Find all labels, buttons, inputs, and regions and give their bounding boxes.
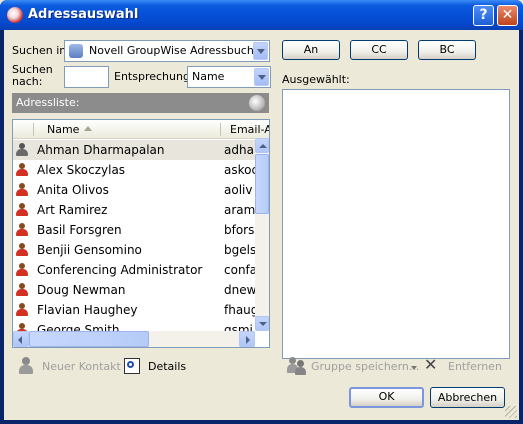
contact-email: bgels [224, 243, 255, 257]
ok-button[interactable]: OK [349, 387, 424, 408]
address-list-title: Adressliste: [16, 96, 80, 109]
chevron-down-icon[interactable] [253, 42, 268, 60]
list-item[interactable]: Benjii Gensomino bgels [13, 240, 255, 260]
address-list-header: Adressliste: [12, 93, 269, 113]
addressbook-select[interactable]: Novell GroupWise Adressbuch [64, 40, 270, 62]
save-group-button[interactable]: Gruppe speichern... [311, 360, 419, 373]
contact-email: gsmi [224, 323, 253, 331]
contact-name: Flavian Haughey [37, 303, 138, 317]
scroll-thumb[interactable] [255, 154, 269, 214]
new-contact-button[interactable]: Neuer Kontakt [42, 360, 121, 373]
scroll-down-button[interactable] [255, 316, 269, 331]
scroll-thumb[interactable] [29, 331, 149, 347]
address-list[interactable]: Name Email-Ad Ahman Dharmapalan adha Ale… [12, 119, 270, 348]
contact-email: fhaug [224, 303, 255, 317]
column-email[interactable]: Email-Ad [230, 123, 269, 136]
contact-email: bfors [224, 223, 255, 237]
sort-ascending-icon [84, 126, 92, 131]
contact-name: Anita Olivos [37, 183, 109, 197]
chevron-down-icon [259, 322, 267, 326]
list-item[interactable]: George Smith gsmi [13, 320, 255, 331]
contact-email: aoliv [224, 183, 253, 197]
contact-name: Benjii Gensomino [37, 243, 142, 257]
user-icon [16, 163, 28, 177]
column-separator [220, 123, 221, 136]
user-icon [16, 223, 28, 237]
list-item[interactable]: Anita Olivos aoliv [13, 180, 255, 200]
details-icon [124, 358, 140, 374]
contact-email: aram [224, 203, 255, 217]
contact-email: askoc [224, 163, 255, 177]
user-icon [16, 283, 28, 297]
chevron-right-icon [246, 336, 250, 344]
match-value: Name [192, 70, 225, 83]
list-item[interactable]: Doug Newman dnew [13, 280, 255, 300]
user-icon [16, 183, 28, 197]
column-name[interactable]: Name [47, 123, 79, 136]
scroll-right-button[interactable] [239, 331, 255, 347]
title-bar[interactable]: Adressauswahl ? ✕ [0, 0, 523, 30]
bc-button[interactable]: BC [418, 40, 476, 60]
dropdown-arrow-icon[interactable] [411, 366, 417, 370]
remove-button[interactable]: Entfernen [448, 360, 502, 373]
contact-email: dnew [224, 283, 255, 297]
scroll-up-button[interactable] [255, 138, 269, 153]
cc-button[interactable]: CC [350, 40, 408, 60]
search-in-label: Suchen in: [12, 44, 70, 57]
groupwise-app-icon [7, 7, 23, 23]
search-for-input[interactable] [64, 66, 109, 88]
user-icon [16, 263, 28, 277]
scroll-left-button[interactable] [13, 331, 29, 347]
contact-name: Art Ramirez [37, 203, 108, 217]
dialog-window: Adressauswahl ? ✕ Suchen in: Novell Grou… [0, 0, 523, 424]
cancel-button[interactable]: Abbrechen [430, 387, 505, 408]
chevron-up-icon [259, 144, 267, 148]
list-item[interactable]: Ahman Dharmapalan adha [13, 140, 255, 160]
selected-recipients-list[interactable] [282, 89, 510, 359]
contact-name: Alex Skoczylas [37, 163, 126, 177]
group-save-icon [287, 357, 307, 375]
new-contact-icon [18, 357, 34, 375]
contact-email: confa [224, 263, 255, 277]
user-icon [16, 323, 28, 331]
contact-name: Conferencing Administrator [37, 263, 203, 277]
close-button[interactable]: ✕ [497, 5, 518, 26]
user-gray-icon [16, 143, 28, 157]
column-header: Name Email-Ad [13, 120, 269, 139]
contact-name: Basil Forsgren [37, 223, 122, 237]
to-button[interactable]: An [282, 40, 340, 60]
dialog-body: Suchen in: Novell GroupWise Adressbuch S… [4, 30, 519, 420]
contact-name: George Smith [37, 323, 120, 331]
selected-label: Ausgewählt: [282, 73, 350, 86]
list-item[interactable]: Alex Skoczylas askoc [13, 160, 255, 180]
addressbook-icon [69, 44, 83, 58]
match-label: Entsprechung: [114, 70, 194, 83]
vertical-scrollbar[interactable] [255, 138, 269, 331]
chevron-down-icon[interactable] [254, 68, 269, 86]
address-book-icon[interactable] [249, 95, 265, 111]
help-button[interactable]: ? [473, 5, 494, 26]
search-for-label: Suchen nach: [12, 63, 53, 88]
user-icon [16, 243, 28, 257]
user-icon [16, 203, 28, 217]
resize-grip-icon[interactable] [505, 406, 517, 418]
match-select[interactable]: Name [187, 66, 271, 88]
remove-icon: ✕ [424, 355, 438, 374]
addressbook-value: Novell GroupWise Adressbuch [89, 44, 254, 57]
contact-name: Ahman Dharmapalan [37, 143, 165, 157]
column-separator [33, 123, 34, 136]
chevron-left-icon [18, 336, 22, 344]
details-button[interactable]: Details [148, 360, 186, 373]
list-item[interactable]: Basil Forsgren bfors [13, 220, 255, 240]
user-icon [16, 303, 28, 317]
contact-name: Doug Newman [37, 283, 126, 297]
list-item[interactable]: Art Ramirez aram [13, 200, 255, 220]
list-item[interactable]: Flavian Haughey fhaug [13, 300, 255, 320]
contact-email: adha [224, 143, 254, 157]
list-item[interactable]: Conferencing Administrator confa [13, 260, 255, 280]
horizontal-scrollbar[interactable] [13, 331, 255, 347]
window-title: Adressauswahl [28, 7, 139, 22]
